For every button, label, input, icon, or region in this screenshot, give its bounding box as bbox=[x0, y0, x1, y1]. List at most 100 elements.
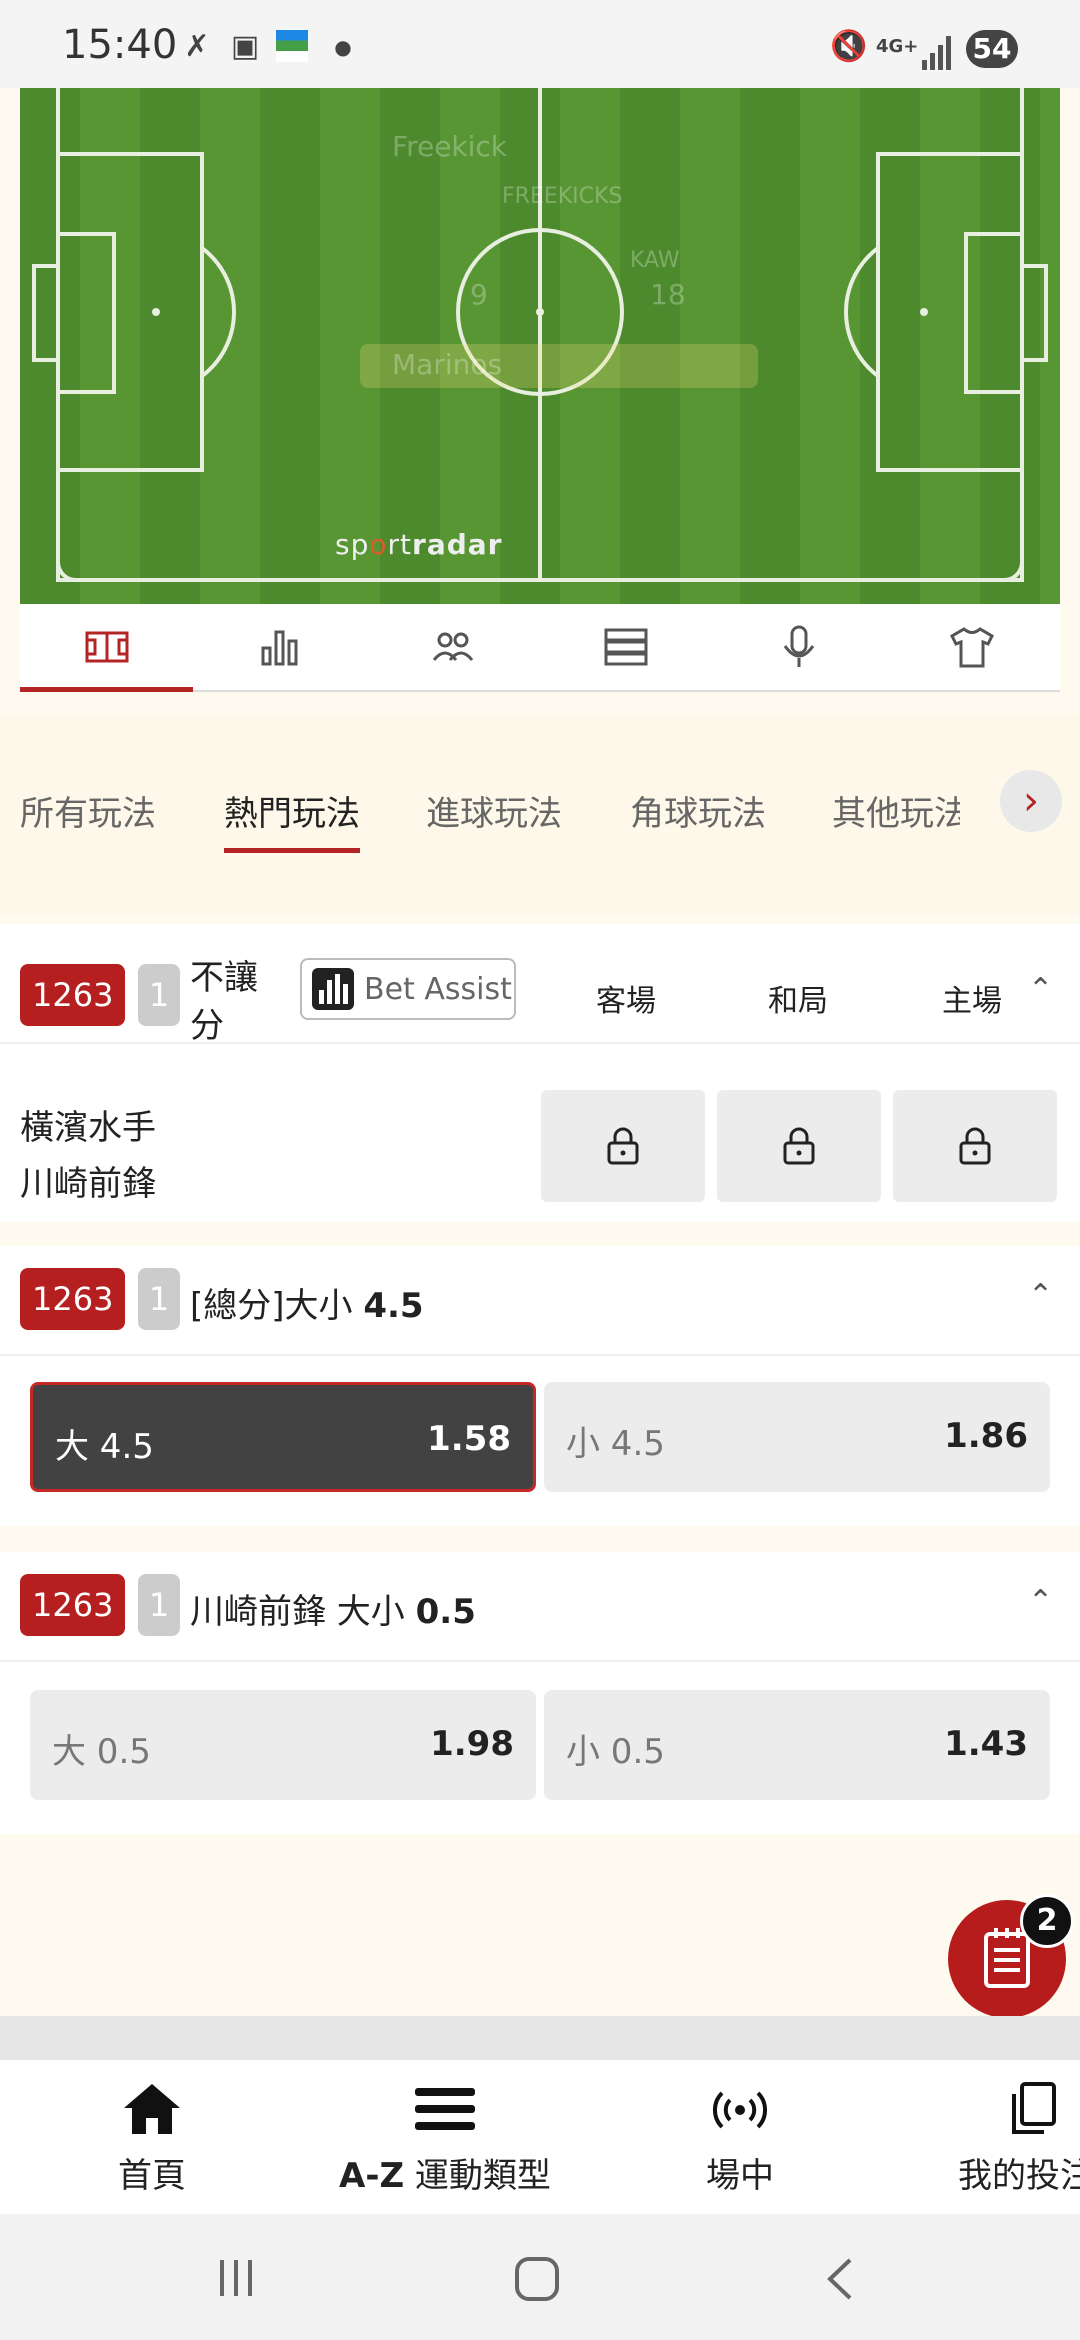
home-icon bbox=[124, 2084, 180, 2134]
status-bar: 15:40 ✗ ▣ ● 🔇 4G+ 54 bbox=[0, 0, 1080, 88]
nav-my-bets[interactable]: 我的投注 bbox=[958, 2080, 1080, 2197]
col-draw-label: 和局 bbox=[768, 984, 828, 1019]
tab-pitch[interactable] bbox=[20, 604, 193, 692]
nav-my-bets-label: 我的投注 bbox=[958, 2156, 1080, 2196]
nav-home-label: 首頁 bbox=[118, 2156, 186, 2196]
bet-slip-count-badge: 2 bbox=[1020, 1894, 1074, 1948]
menu-icon bbox=[415, 2088, 475, 2130]
match-id-badge: 1263 bbox=[20, 964, 126, 1026]
odds-under-button[interactable]: 小 4.5 1.86 bbox=[544, 1382, 1050, 1492]
pitch-icon bbox=[85, 631, 128, 663]
odds-over-button[interactable]: 大 0.5 1.98 bbox=[30, 1690, 536, 1800]
lock-icon bbox=[783, 1127, 815, 1165]
match-pitch-visualization[interactable]: Freekick FREEKICKS 9 KAW 18 Marinos spor… bbox=[20, 88, 1060, 604]
ghost-score-home: 9 bbox=[470, 278, 488, 311]
selection-label: 大 4.5 bbox=[55, 1427, 154, 1467]
bet-assist-icon bbox=[312, 968, 354, 1010]
odds-away-locked[interactable] bbox=[541, 1090, 705, 1202]
tabs-next-arrow-icon[interactable]: › bbox=[1000, 770, 1062, 832]
collapse-chevron-icon[interactable]: ⌃ bbox=[1028, 972, 1053, 1007]
brand-bold: radar bbox=[412, 528, 503, 561]
nav-shadow bbox=[0, 2016, 1080, 2060]
mute-icon: 🔇 bbox=[830, 29, 868, 64]
ghost-team-name: Marinos bbox=[392, 348, 503, 381]
odds-draw-locked[interactable] bbox=[717, 1090, 881, 1202]
odds-home-locked[interactable] bbox=[893, 1090, 1057, 1202]
stats-icon bbox=[261, 630, 297, 666]
market-title-line1: 不讓 bbox=[190, 958, 258, 998]
home-system-icon[interactable] bbox=[514, 2256, 560, 2302]
tab-popular-markets[interactable]: 熱門玩法 bbox=[224, 786, 360, 853]
brand-prefix: sp bbox=[335, 528, 370, 561]
nav-live-label: 場中 bbox=[706, 2156, 774, 2196]
col-home-label: 主場 bbox=[942, 984, 1002, 1019]
selection-label: 大 0.5 bbox=[52, 1732, 151, 1772]
period-badge: 1 bbox=[138, 1574, 180, 1636]
tab-list[interactable] bbox=[539, 604, 712, 690]
ghost-event-stat: FREEKICKS bbox=[502, 184, 623, 209]
team-1-name: 橫濱水手 bbox=[20, 1108, 156, 1148]
collapse-chevron-icon[interactable]: ⌃ bbox=[1028, 1278, 1053, 1313]
market-title: 川崎前鋒 大小 0.5 bbox=[190, 1584, 476, 1633]
bottom-navigation: 首頁 A-Z 運動類型 場中 我的投注 bbox=[0, 2060, 1080, 2214]
dot-icon: ● bbox=[334, 35, 352, 59]
pitch-graphic bbox=[20, 88, 1060, 604]
lock-icon bbox=[959, 1127, 991, 1165]
market-header[interactable]: 1263 1 [總分]大小 4.5 ⌃ bbox=[0, 1246, 1080, 1356]
col-away-label: 客場 bbox=[596, 984, 656, 1019]
market-header[interactable]: 1263 1 不讓 分 Bet Assist 客場 和局 主場 ⌃ bbox=[0, 924, 1080, 1046]
team-2-name: 川崎前鋒 bbox=[20, 1164, 156, 1204]
lineup-icon bbox=[432, 632, 473, 661]
match-view-tabs bbox=[20, 604, 1060, 692]
brand-dot: o bbox=[369, 528, 388, 561]
match-id-badge: 1263 bbox=[20, 1574, 126, 1636]
nav-sports-az-label: A-Z 運動類型 bbox=[330, 2148, 560, 2197]
period-badge: 1 bbox=[138, 964, 180, 1026]
nav-home[interactable]: 首頁 bbox=[100, 2080, 204, 2197]
market-header[interactable]: 1263 1 川崎前鋒 大小 0.5 ⌃ bbox=[0, 1552, 1080, 1662]
nav-sports-az[interactable]: A-Z 運動類型 bbox=[330, 2080, 560, 2197]
battery-indicator: 54 bbox=[966, 30, 1018, 68]
market-line: 4.5 bbox=[363, 1286, 424, 1326]
odds-under-button[interactable]: 小 0.5 1.43 bbox=[544, 1690, 1050, 1800]
status-time: 15:40 bbox=[62, 22, 178, 68]
recent-apps-icon[interactable] bbox=[214, 2256, 258, 2300]
tab-all-markets[interactable]: 所有玩法 bbox=[20, 786, 156, 835]
market-card-team-total: 1263 1 川崎前鋒 大小 0.5 ⌃ 大 0.5 1.98 小 0.5 1.… bbox=[0, 1552, 1080, 1834]
tab-other-markets[interactable]: 其他玩法 bbox=[832, 786, 960, 835]
collapse-chevron-icon[interactable]: ⌃ bbox=[1028, 1584, 1053, 1619]
ghost-score-away: 18 bbox=[650, 278, 686, 311]
familymart-icon bbox=[276, 30, 308, 62]
tab-goal-markets[interactable]: 進球玩法 bbox=[426, 786, 562, 835]
ghost-event-label: Freekick bbox=[392, 130, 508, 163]
bet-assist-label: Bet Assist bbox=[364, 971, 512, 1007]
selection-odds: 1.58 bbox=[427, 1419, 511, 1459]
screenshot-icon: ▣ bbox=[230, 29, 260, 64]
tab-commentary[interactable] bbox=[712, 604, 885, 690]
period-badge: 1 bbox=[138, 1268, 180, 1330]
nav-az-prefix: A-Z bbox=[339, 2156, 405, 2196]
market-title: [總分]大小 4.5 bbox=[190, 1278, 424, 1327]
nav-az-text: 運動類型 bbox=[404, 2156, 551, 2196]
system-navigation-bar bbox=[0, 2214, 1080, 2340]
brand-mid: rt bbox=[387, 528, 413, 561]
tab-corner-markets[interactable]: 角球玩法 bbox=[630, 786, 766, 835]
market-title-text: 川崎前鋒 大小 bbox=[190, 1592, 405, 1632]
sportradar-logo: sportradar bbox=[335, 528, 502, 561]
match-id-badge: 1263 bbox=[20, 1268, 126, 1330]
tab-stats[interactable] bbox=[193, 604, 366, 690]
bet-assist-button[interactable]: Bet Assist bbox=[300, 958, 516, 1020]
selection-odds: 1.98 bbox=[430, 1724, 514, 1764]
market-card-total-goals: 1263 1 [總分]大小 4.5 ⌃ 大 4.5 1.58 小 4.5 1.8… bbox=[0, 1246, 1080, 1526]
tab-lineup[interactable] bbox=[366, 604, 539, 690]
odds-over-button[interactable]: 大 4.5 1.58 bbox=[30, 1382, 536, 1492]
tab-jersey[interactable] bbox=[885, 604, 1058, 690]
my-bets-icon bbox=[1012, 2082, 1056, 2134]
signal-icon bbox=[922, 34, 952, 74]
selection-odds: 1.86 bbox=[944, 1416, 1028, 1456]
market-category-tabs: 所有玩法 熱門玩法 進球玩法 角球玩法 其他玩法 bbox=[0, 714, 1080, 914]
back-icon[interactable] bbox=[822, 2256, 856, 2302]
lock-icon bbox=[607, 1127, 639, 1165]
nav-live[interactable]: 場中 bbox=[692, 2080, 788, 2197]
selection-label: 小 4.5 bbox=[566, 1424, 665, 1464]
